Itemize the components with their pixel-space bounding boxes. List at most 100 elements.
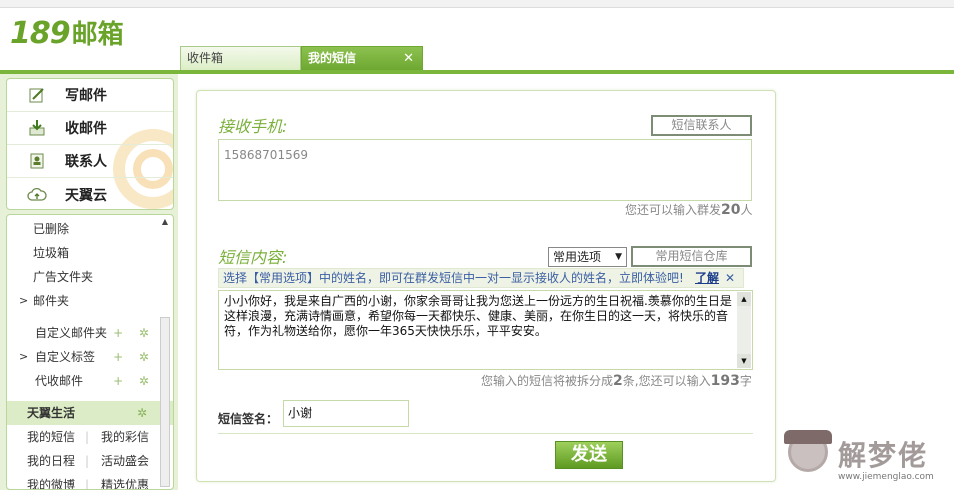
life-link-row: 我的短信 | 我的彩信 <box>27 425 173 449</box>
scroll-up-icon[interactable]: ▲ <box>159 217 171 226</box>
watermark: 解梦佬 www.jiemenglao.com <box>784 428 954 490</box>
remaining-count: 193 <box>710 373 740 389</box>
folder-collect-mail[interactable]: 代收邮件 + ✲ <box>7 369 173 393</box>
sms-contacts-button[interactable]: 短信联系人 <box>651 115 752 136</box>
cloud-icon <box>27 186 47 204</box>
message-textarea[interactable]: 小小你好，我是来自广西的小谢，你家余哥哥让我为您送上一份远方的生日祝福.羡慕你的… <box>218 290 753 370</box>
folder-custom-tags[interactable]: > 自定义标签 + ✲ <box>7 345 173 369</box>
contacts-button[interactable]: 联系人 <box>7 145 173 178</box>
close-icon[interactable]: ✕ <box>403 47 414 70</box>
sidebar: 写邮件 收邮件 联系人 天翼云 已删除 垃圾箱 广告文件夹 > 邮件夹 自定义邮件… <box>0 74 178 490</box>
add-settings-icons[interactable]: + ✲ <box>113 321 155 345</box>
folder-label: 垃圾箱 <box>33 246 70 260</box>
tab-inbox-label: 收件箱 <box>187 51 224 65</box>
watermark-hat-icon <box>784 430 832 444</box>
watermark-text: 解梦佬 <box>838 439 929 472</box>
split-mid: 条,您还可以输入 <box>622 374 711 388</box>
group-send-hint: 您还可以输入群发20人 <box>625 201 753 218</box>
life-links: 我的短信 | 我的彩信 我的日程 | 活动盛会 我的微博 | 精选优惠 <box>7 425 173 490</box>
folder-label: 广告文件夹 <box>33 270 94 284</box>
recipient-title: 接收手机: <box>218 117 288 136</box>
folder-label: 已删除 <box>33 222 70 236</box>
content-title: 短信内容: <box>218 248 288 267</box>
folder-label: 代收邮件 <box>35 374 84 388</box>
tab-my-sms[interactable]: 我的短信 ✕ <box>301 46 423 70</box>
cloud-button[interactable]: 天翼云 <box>7 178 173 209</box>
signature-label: 短信签名： <box>218 412 279 426</box>
tip-text: 选择【常用选项】中的姓名，即可在群发短信中一对一显示接收人的姓名，立即体验吧! <box>223 271 684 285</box>
gear-icon[interactable]: ✲ <box>137 401 147 425</box>
folder-label: 邮件夹 <box>33 294 70 308</box>
life-section-title: 天翼生活 <box>27 406 76 420</box>
watermark-url: www.jiemenglao.com <box>838 472 934 482</box>
tip-learn-link[interactable]: 了解 <box>695 269 719 287</box>
close-icon[interactable]: ✕ <box>725 269 735 287</box>
logo-number: 189 <box>10 16 71 51</box>
life-link-offers[interactable]: 精选优惠 <box>101 473 149 489</box>
remaining-suffix: 字 <box>739 374 752 388</box>
link-separator: | <box>85 454 90 468</box>
group-hint-prefix: 您还可以输入群发 <box>625 203 722 217</box>
scroll-up-icon[interactable]: ▲ <box>737 292 751 306</box>
link-separator: | <box>85 430 90 444</box>
message-scrollbar[interactable]: ▲ ▼ <box>737 292 751 368</box>
contacts-icon <box>27 152 47 170</box>
compose-label: 写邮件 <box>65 88 107 104</box>
tab-bar: 收件箱 我的短信 ✕ <box>180 46 423 70</box>
receive-button[interactable]: 收邮件 <box>7 112 173 145</box>
tab-inbox[interactable]: 收件箱 <box>180 46 301 70</box>
chevron-right-icon[interactable]: > <box>19 345 28 369</box>
life-link-row: 我的日程 | 活动盛会 <box>27 449 173 473</box>
select-value: 常用选项 <box>553 250 602 264</box>
life-link-events[interactable]: 活动盛会 <box>101 449 149 473</box>
folder-custom-folders[interactable]: 自定义邮件夹 + ✲ <box>7 321 173 345</box>
folder-list: 已删除 垃圾箱 广告文件夹 > 邮件夹 自定义邮件夹 + ✲ > 自定义标签 + ✲ 代… <box>6 214 174 490</box>
common-options-select[interactable]: 常用选项 ▼ <box>548 247 627 267</box>
life-link-row: 我的微博 | 精选优惠 <box>27 473 173 490</box>
split-hint: 您输入的短信将被拆分成2条,您还可以输入193字 <box>481 372 752 389</box>
life-link-weibo[interactable]: 我的微博 <box>27 473 85 489</box>
divider <box>218 433 753 434</box>
message-text: 小小你好，我是来自广西的小谢，你家余哥哥让我为您送上一份远方的生日祝福.羡慕你的… <box>224 294 732 338</box>
top-bar <box>0 0 954 8</box>
folder-ads[interactable]: 广告文件夹 <box>7 265 173 289</box>
life-link-my-mms[interactable]: 我的彩信 <box>101 425 149 449</box>
logo-text: 邮箱 <box>71 20 124 50</box>
sidebar-scrollbar[interactable]: ▲ <box>159 217 171 487</box>
sms-library-button[interactable]: 常用短信仓库 <box>631 246 752 267</box>
logo[interactable]: 189 邮箱 <box>10 14 124 54</box>
recipient-phone-input[interactable]: 15868701569 <box>218 139 752 201</box>
folder-mail-folders[interactable]: > 邮件夹 <box>7 289 173 313</box>
life-link-my-sms[interactable]: 我的短信 <box>27 425 85 449</box>
compose-button[interactable]: 写邮件 <box>7 79 173 112</box>
life-section-header[interactable]: 天翼生活 ✲ <box>7 401 173 425</box>
folder-label: 自定义标签 <box>35 350 96 364</box>
contacts-label: 联系人 <box>65 154 107 170</box>
folder-label: 自定义邮件夹 <box>35 326 108 340</box>
compose-icon <box>27 86 47 104</box>
scroll-down-icon[interactable]: ▼ <box>737 354 751 368</box>
folder-spam[interactable]: 垃圾箱 <box>7 241 173 265</box>
tab-my-sms-label: 我的短信 <box>308 51 357 65</box>
quick-actions: 写邮件 收邮件 联系人 天翼云 <box>6 78 174 210</box>
add-settings-icons[interactable]: + ✲ <box>113 345 155 369</box>
chevron-right-icon[interactable]: > <box>19 289 28 313</box>
tip-bar: 选择【常用选项】中的姓名，即可在群发短信中一对一显示接收人的姓名，立即体验吧! … <box>218 268 744 288</box>
group-hint-suffix: 人 <box>740 203 753 217</box>
add-settings-icons[interactable]: + ✲ <box>113 369 155 393</box>
split-count: 2 <box>613 373 623 389</box>
folder-deleted[interactable]: 已删除 <box>7 217 173 241</box>
receive-label: 收邮件 <box>65 121 107 137</box>
group-hint-count: 20 <box>721 202 741 218</box>
link-separator: | <box>85 478 90 490</box>
chevron-down-icon: ▼ <box>615 252 622 262</box>
signature-input[interactable]: 小谢 <box>283 400 409 427</box>
life-link-schedule[interactable]: 我的日程 <box>27 449 85 473</box>
receive-icon <box>27 119 47 137</box>
scrollbar-thumb[interactable] <box>160 317 170 487</box>
split-prefix: 您输入的短信将被拆分成 <box>481 374 614 388</box>
send-button[interactable]: 发送 <box>555 441 623 469</box>
cloud-label: 天翼云 <box>65 187 107 204</box>
